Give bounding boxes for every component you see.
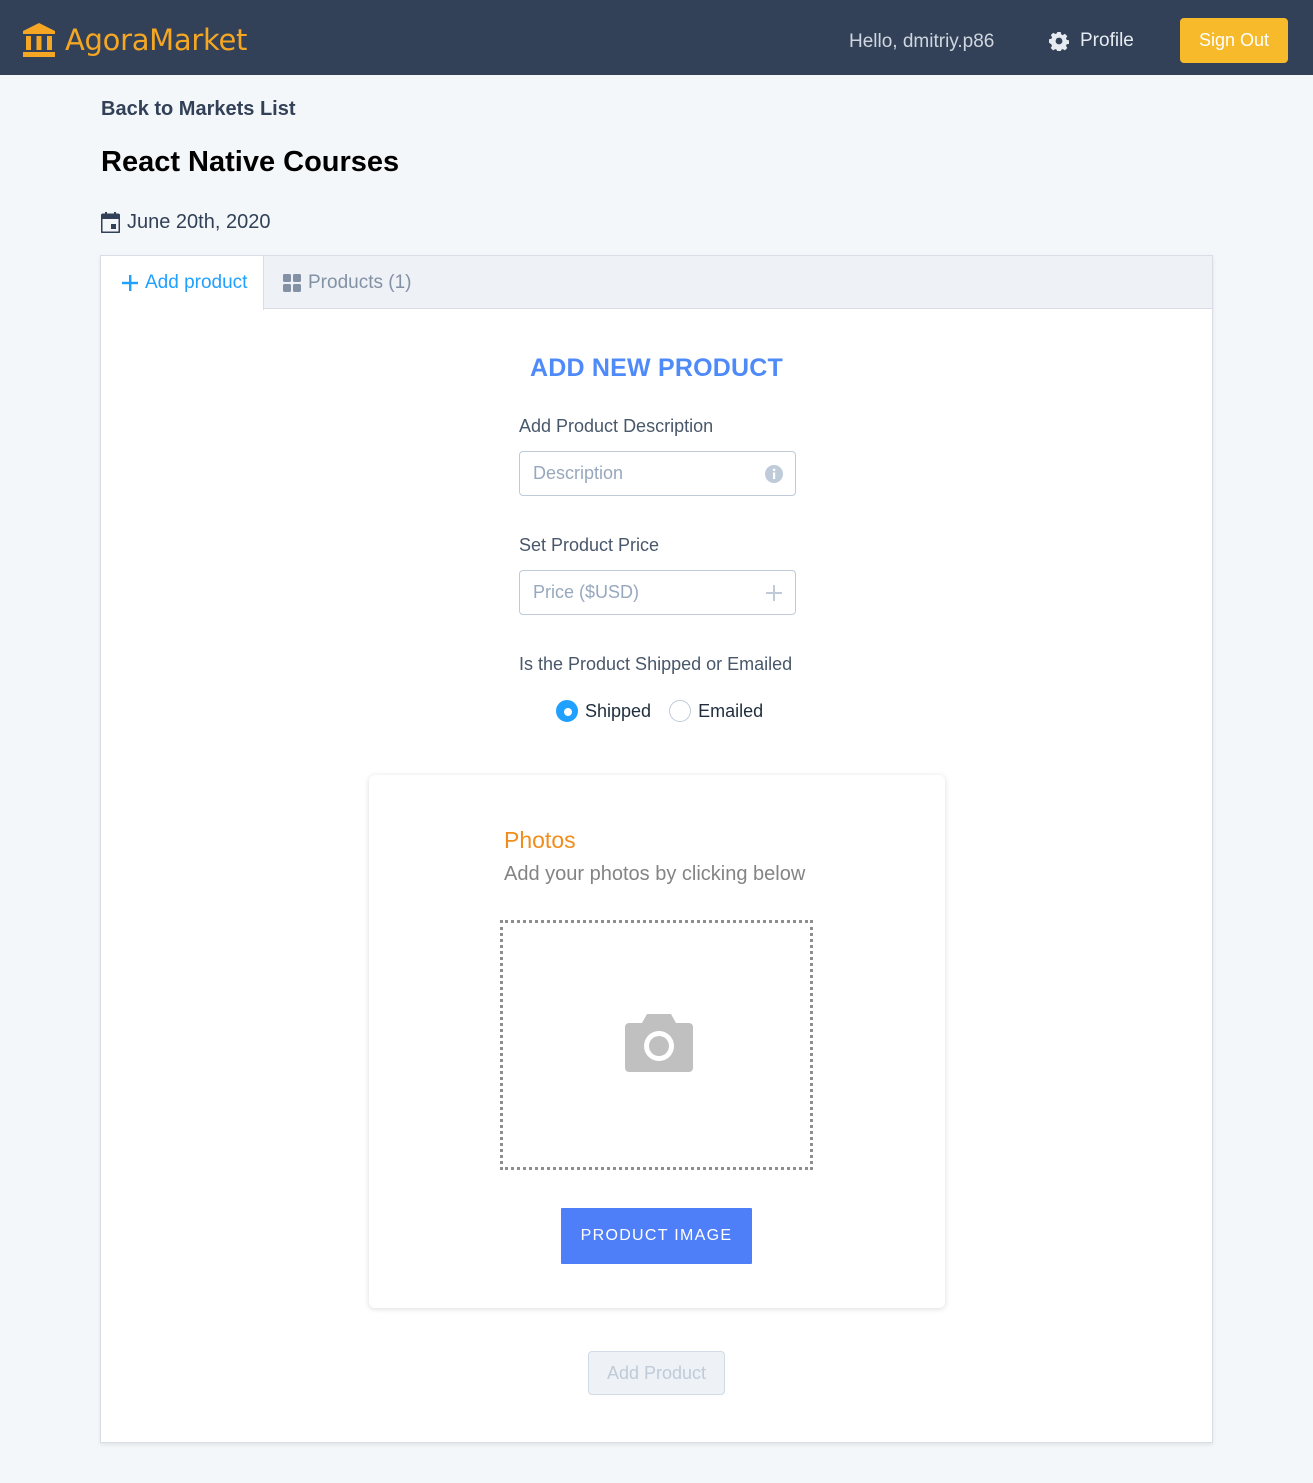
market-date: June 20th, 2020 (101, 211, 270, 234)
plus-icon[interactable] (764, 583, 784, 603)
tab-add-product-label: Add product (145, 272, 248, 293)
calendar-icon (101, 212, 120, 233)
photo-picker-card: Photos Add your photos by clicking below… (369, 775, 945, 1308)
camera-icon (625, 1014, 693, 1072)
radio-emailed[interactable]: Emailed (669, 700, 763, 722)
user-greeting: Hello, dmitriy.p86 (849, 31, 995, 52)
description-field (519, 451, 796, 496)
brand-link[interactable]: AgoraMarket (22, 22, 247, 58)
sign-out-button[interactable]: Sign Out (1180, 18, 1288, 63)
photos-subtitle: Add your photos by clicking below (504, 863, 806, 885)
radio-emailed-label: Emailed (698, 700, 764, 721)
radio-emailed-circle (669, 700, 692, 722)
radio-shipped[interactable]: Shipped (556, 700, 651, 722)
profile-label: Profile (1080, 30, 1134, 51)
price-label: Set Product Price (519, 535, 660, 555)
photo-dropzone[interactable] (500, 920, 813, 1170)
plus-icon (122, 275, 138, 291)
price-field (519, 570, 796, 615)
info-icon[interactable] (764, 464, 784, 484)
description-input[interactable] (520, 452, 795, 495)
profile-link[interactable]: Profile (1049, 30, 1134, 52)
shipping-radio-group: Shipped Emailed (556, 700, 763, 722)
market-title: React Native Courses (101, 146, 400, 178)
shipping-label: Is the Product Shipped or Emailed (519, 654, 793, 674)
radio-shipped-circle (556, 700, 578, 722)
bank-icon (23, 23, 55, 57)
product-image-button[interactable]: PRODUCT IMAGE (561, 1208, 752, 1264)
grid-icon (283, 274, 301, 292)
market-date-text: June 20th, 2020 (127, 211, 271, 233)
price-input[interactable] (520, 571, 795, 614)
top-navbar: AgoraMarket Hello, dmitriy.p86 Profile S… (0, 0, 1313, 75)
tab-products[interactable]: Products (1) (265, 256, 415, 310)
description-label: Add Product Description (519, 416, 714, 436)
photos-title: Photos (504, 827, 576, 853)
product-tabs-card: Add product Products (1) ADD NEW PRODUCT… (100, 255, 1213, 1443)
radio-shipped-label: Shipped (585, 700, 652, 721)
back-to-markets-link[interactable]: Back to Markets List (101, 98, 296, 121)
tab-products-label: Products (1) (308, 272, 412, 293)
add-product-button[interactable]: Add Product (588, 1351, 725, 1395)
form-title: ADD NEW PRODUCT (530, 354, 783, 382)
brand-name: AgoraMarket (65, 23, 248, 57)
gear-icon (1049, 32, 1069, 51)
tab-add-product[interactable]: Add product (101, 256, 264, 310)
